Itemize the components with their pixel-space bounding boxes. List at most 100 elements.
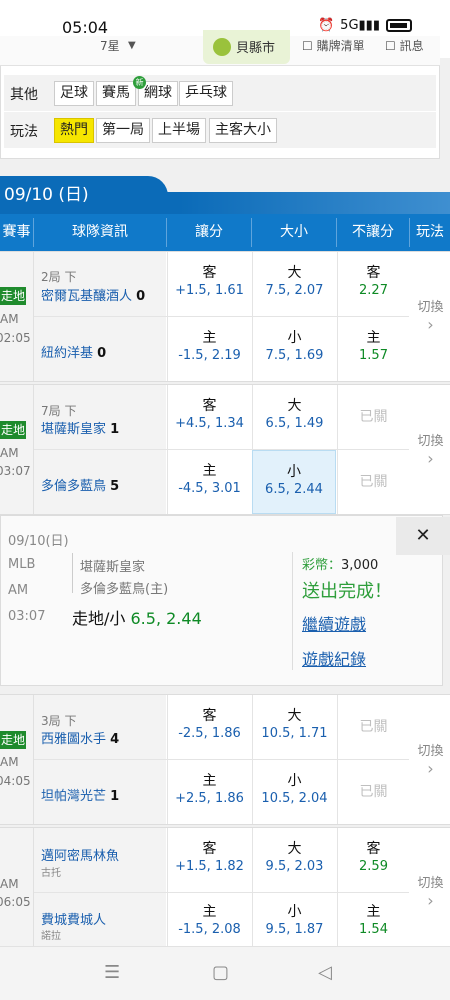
popup-ampm: AM xyxy=(8,583,29,598)
menu-icon[interactable]: ☰ xyxy=(104,962,120,983)
game-time: 02:05 xyxy=(0,331,31,345)
th-over-under: 大小 xyxy=(280,224,308,240)
region-icon xyxy=(213,38,231,56)
th-moneyline: 不讓分 xyxy=(352,224,394,240)
home-team: 坦帕灣光芒 1 xyxy=(41,789,120,804)
message-icon: ☐ xyxy=(385,39,400,53)
chip-first-inning[interactable]: 第一局 xyxy=(96,118,150,143)
popup-divider xyxy=(72,553,73,593)
chevron-down-icon: ▼ xyxy=(128,40,136,51)
live-badge: 走地 xyxy=(0,731,26,749)
inning-status: 2局 下 xyxy=(41,270,77,284)
chevron-right-icon: › xyxy=(427,449,434,468)
continue-game-link[interactable]: 繼續遊戲 xyxy=(302,611,366,635)
th-handicap: 讓分 xyxy=(195,224,223,240)
odds-cell-under[interactable]: 小 9.5, 1.87 xyxy=(252,893,336,948)
chip-table-tennis[interactable]: 乒乓球 xyxy=(179,81,233,106)
top-item-region[interactable]: 貝縣市 xyxy=(236,37,275,56)
switch-button[interactable]: 切換 › xyxy=(411,740,450,778)
th-play: 玩法 xyxy=(416,224,444,240)
alarm-icon: ⏰ xyxy=(317,18,335,33)
switch-button[interactable]: 切換 › xyxy=(411,296,450,334)
game-time: 06:05 xyxy=(0,895,31,909)
chip-hot[interactable]: 熱門 xyxy=(54,118,94,143)
odds-cell-over[interactable]: 大 6.5, 1.49 xyxy=(252,385,336,449)
popup-success-message: 送出完成！ xyxy=(302,581,392,602)
inning-status: 7局 下 xyxy=(41,404,77,418)
inning-status: 3局 下 xyxy=(41,714,77,728)
chevron-right-icon: › xyxy=(427,315,434,334)
game-ampm: AM xyxy=(0,446,19,460)
odds-cell-moneyline-home[interactable]: 主 1.54 xyxy=(337,893,409,948)
odds-cell-handicap-home[interactable]: 主 -4.5, 3.01 xyxy=(167,450,251,514)
cart-icon: ☐ xyxy=(302,39,317,53)
odds-cell-over[interactable]: 大 7.5, 2.07 xyxy=(252,252,336,316)
odds-cell-moneyline-home[interactable]: 主 1.57 xyxy=(337,317,409,381)
status-time: 05:04 xyxy=(62,18,109,37)
odds-cell-handicap-away[interactable]: 客 +1.5, 1.82 xyxy=(167,828,251,892)
odds-cell-moneyline-closed: 已關 xyxy=(337,385,409,449)
chevron-right-icon: › xyxy=(427,759,434,778)
odds-cell-moneyline-closed: 已關 xyxy=(337,760,409,824)
th-event: 賽事 xyxy=(2,224,31,240)
odds-cell-under[interactable]: 小 10.5, 2.04 xyxy=(252,760,336,824)
odds-cell-handicap-away[interactable]: 客 +1.5, 1.61 xyxy=(167,252,251,316)
odds-cell-under-selected[interactable]: 小 6.5, 2.44 xyxy=(252,450,336,514)
back-icon[interactable]: ◁ xyxy=(318,962,332,983)
top-item-cart[interactable]: ☐ 購牌清單 xyxy=(302,37,365,54)
status-icons: ⏰ 5G▮▮▮ xyxy=(318,18,412,33)
odds-cell-handicap-home[interactable]: 主 -1.5, 2.19 xyxy=(167,317,251,381)
away-team: 堪薩斯皇家 1 xyxy=(41,422,120,437)
odds-cell-handicap-away[interactable]: 客 +4.5, 1.34 xyxy=(167,385,251,449)
odds-cell-moneyline-away[interactable]: 客 2.59 xyxy=(337,828,409,892)
odds-cell-moneyline-closed: 已關 xyxy=(337,450,409,514)
new-badge: 新 xyxy=(133,76,146,89)
odds-cell-handicap-home[interactable]: 主 -1.5, 2.08 xyxy=(167,893,251,948)
popup-time: 03:07 xyxy=(8,609,46,624)
odds-cell-over[interactable]: 大 9.5, 2.03 xyxy=(252,828,336,892)
filter-other-label: 其他 xyxy=(10,87,38,103)
game-ampm: AM xyxy=(0,877,19,891)
game-ampm: AM xyxy=(0,312,19,326)
top-item-message[interactable]: ☐ 訊息 xyxy=(385,37,424,54)
game-time: 04:05 xyxy=(0,774,31,788)
chip-home-away-total[interactable]: 主客大小 xyxy=(209,118,277,143)
switch-button[interactable]: 切換 › xyxy=(411,430,450,468)
odds-cell-over[interactable]: 大 10.5, 1.71 xyxy=(252,695,336,759)
battery-icon xyxy=(386,19,412,32)
chip-horse-racing[interactable]: 賽馬 xyxy=(96,81,136,106)
popup-away-team: 堪薩斯皇家 xyxy=(80,560,146,575)
popup-home-team: 多倫多藍鳥(主) xyxy=(80,582,169,597)
odds-cell-under[interactable]: 小 7.5, 1.69 xyxy=(252,317,336,381)
home-icon[interactable]: ▢ xyxy=(212,962,229,983)
game-history-link[interactable]: 遊戲紀錄 xyxy=(302,646,366,670)
odds-cell-handicap-home[interactable]: 主 +2.5, 1.86 xyxy=(167,760,251,824)
game-time: 03:07 xyxy=(0,464,31,478)
th-team-info: 球隊資訊 xyxy=(72,224,128,240)
switch-button[interactable]: 切換 › xyxy=(411,872,450,910)
live-badge: 走地 xyxy=(0,421,26,439)
date-banner: 09/10 (日) xyxy=(0,176,168,214)
odds-cell-moneyline-closed: 已關 xyxy=(337,695,409,759)
chevron-right-icon: › xyxy=(427,891,434,910)
away-team: 密爾瓦基釀酒人 0 xyxy=(41,289,146,304)
away-team: 邁阿密馬林魚 xyxy=(41,849,120,864)
game-ampm: AM xyxy=(0,755,19,769)
popup-divider xyxy=(292,552,293,670)
away-team: 西雅圖水手 4 xyxy=(41,732,120,747)
close-button[interactable]: ✕ xyxy=(396,517,450,555)
home-team: 費城費城人 xyxy=(41,913,107,928)
chip-football[interactable]: 足球 xyxy=(54,81,94,106)
chip-first-half[interactable]: 上半場 xyxy=(152,118,206,143)
away-pitcher: 古托 xyxy=(41,868,61,879)
top-item-lottery[interactable]: 7星 xyxy=(100,37,120,54)
odds-cell-moneyline-away[interactable]: 客 2.27 xyxy=(337,252,409,316)
home-pitcher: 諾拉 xyxy=(41,931,61,942)
popup-date: 09/10(日) xyxy=(8,534,69,549)
popup-bet-selection: 走地/小 6.5, 2.44 xyxy=(72,609,202,628)
popup-league: MLB xyxy=(8,557,36,572)
odds-cell-handicap-away[interactable]: 客 -2.5, 1.86 xyxy=(167,695,251,759)
home-team: 紐約洋基 0 xyxy=(41,346,107,361)
live-badge: 走地 xyxy=(0,287,26,305)
filter-play-label: 玩法 xyxy=(10,124,38,140)
